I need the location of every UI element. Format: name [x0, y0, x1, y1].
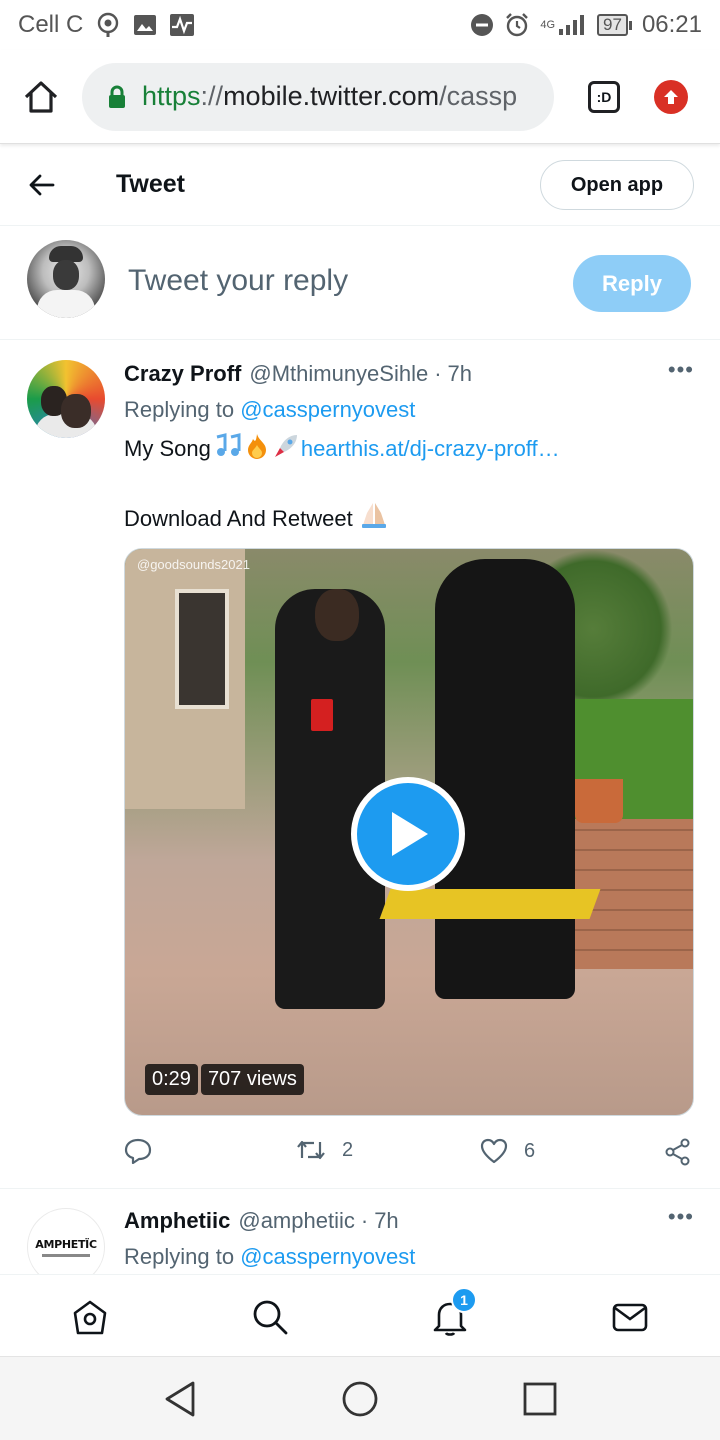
comment-icon	[124, 1138, 152, 1164]
network-label: 4G	[540, 18, 556, 31]
bottom-navigation: 1	[0, 1274, 720, 1356]
share-icon	[665, 1138, 690, 1166]
like-icon	[480, 1138, 508, 1164]
avatar[interactable]	[27, 240, 105, 318]
video-duration: 0:29	[145, 1064, 198, 1095]
home-outline-icon	[24, 80, 58, 113]
video-watermark: @goodsounds2021	[137, 557, 250, 572]
reply-button[interactable]: Reply	[573, 255, 691, 312]
nav-home[interactable]	[70, 1297, 110, 1337]
tweet-body: Crazy Proff @MthimunyeSihle · 7h ••• Rep…	[124, 357, 694, 537]
system-navigation	[0, 1356, 720, 1440]
open-app-button[interactable]: Open app	[540, 160, 694, 210]
tweet-body: Amphetiic @amphetiic · 7h ••• Replying t…	[124, 1204, 694, 1270]
mention-link[interactable]: @casspernyovest	[240, 397, 415, 422]
tweet-author-line: Amphetiic @amphetiic · 7h	[124, 1208, 694, 1234]
tweet[interactable]: AMPHETÏC Amphetiic @amphetiic · 7h ••• R…	[0, 1190, 720, 1274]
tweet-text: My Song hearthis.at/dj-crazy-proff…	[124, 433, 694, 467]
browser-toolbar: https://mobile.twitter.com/cassp :D	[0, 50, 720, 144]
author-handle[interactable]: @amphetiic	[238, 1208, 355, 1234]
system-home-button[interactable]	[340, 1379, 380, 1419]
mention-link[interactable]: @casspernyovest	[240, 1244, 415, 1269]
retweet-count: 2	[342, 1138, 354, 1161]
status-bar: Cell C 4G 97 06:21	[0, 0, 720, 50]
share-action[interactable]	[664, 1138, 692, 1166]
lock-icon	[108, 85, 126, 109]
home-icon	[73, 1300, 107, 1335]
retweet-action[interactable]: 2	[296, 1138, 353, 1162]
avatar[interactable]: AMPHETÏC	[27, 1208, 105, 1274]
back-arrow-icon	[29, 174, 55, 195]
tweet-link[interactable]: hearthis.at/dj-crazy-proff…	[301, 436, 560, 461]
url-text: https://mobile.twitter.com/cassp	[142, 81, 518, 111]
play-icon[interactable]	[351, 777, 465, 891]
folded-hands-icon	[359, 501, 389, 537]
tweet-text-line1: My Song	[124, 436, 211, 461]
carrier-label: Cell C	[18, 11, 84, 38]
tab-switcher-icon: :D	[588, 80, 620, 113]
system-recents-button[interactable]	[520, 1379, 560, 1419]
activity-notification-icon	[169, 13, 195, 37]
video-player[interactable]: @goodsounds2021 0:29 707 views	[124, 548, 694, 1116]
author-handle[interactable]: @MthimunyeSihle	[249, 361, 428, 387]
clock: 06:21	[641, 11, 702, 38]
tweet-time[interactable]: 7h	[448, 361, 472, 387]
podcast-notification-icon	[95, 12, 121, 38]
replying-to: Replying to @casspernyovest	[124, 397, 416, 422]
reply-action[interactable]	[124, 1138, 152, 1164]
author-name[interactable]: Amphetiic	[124, 1208, 230, 1234]
tweet-actions: 2 6	[124, 1138, 694, 1166]
browser-home-button[interactable]	[0, 50, 82, 144]
search-icon	[253, 1300, 288, 1335]
page-title: Tweet	[116, 170, 185, 198]
author-name[interactable]: Crazy Proff	[124, 361, 241, 387]
rocket-icon	[273, 433, 299, 467]
image-notification-icon	[133, 13, 157, 37]
more-icon[interactable]: •••	[668, 357, 694, 383]
alarm-icon	[504, 12, 530, 38]
nav-messages[interactable]	[610, 1297, 650, 1337]
replying-to: Replying to @casspernyovest	[124, 1244, 416, 1269]
tweet-author-line: Crazy Proff @MthimunyeSihle · 7h	[124, 361, 694, 387]
reply-composer: Tweet your reply Reply	[0, 226, 720, 340]
signal-icon: 4G	[540, 13, 587, 37]
video-views: 707 views	[200, 1064, 304, 1095]
tweet-text-line2: Download And Retweet	[124, 501, 694, 537]
fire-icon	[245, 433, 269, 467]
like-count: 6	[524, 1139, 536, 1162]
avatar[interactable]	[27, 360, 105, 438]
recents-square-icon	[523, 1382, 557, 1416]
nav-explore[interactable]	[250, 1297, 290, 1337]
video-info: 0:29 707 views	[145, 1064, 304, 1095]
status-left: Cell C	[18, 11, 195, 39]
tweet-time[interactable]: 7h	[374, 1208, 398, 1234]
status-right: 4G 97 06:21	[470, 11, 702, 39]
mail-icon	[612, 1303, 648, 1332]
more-icon[interactable]: •••	[668, 1204, 694, 1230]
tweet[interactable]: Crazy Proff @MthimunyeSihle · 7h ••• Rep…	[0, 341, 720, 1189]
update-arrow-icon[interactable]	[654, 79, 688, 114]
like-action[interactable]: 6	[480, 1138, 535, 1164]
system-back-button[interactable]	[160, 1379, 200, 1419]
avatar-logo-text: AMPHETÏC	[35, 1237, 97, 1251]
battery-level: 97	[597, 14, 628, 36]
do-not-disturb-icon	[470, 13, 494, 37]
tab-switcher-button[interactable]: :D	[554, 80, 654, 113]
tweet-header: Tweet Open app	[0, 144, 720, 226]
dot-separator: ·	[434, 361, 442, 386]
home-circle-icon	[342, 1381, 378, 1417]
battery-icon: 97	[597, 14, 632, 36]
back-triangle-icon	[165, 1381, 195, 1417]
back-button[interactable]	[0, 174, 84, 196]
notification-badge: 1	[451, 1287, 477, 1313]
address-bar[interactable]: https://mobile.twitter.com/cassp	[82, 62, 554, 131]
retweet-icon	[297, 1140, 325, 1160]
reply-input[interactable]: Tweet your reply	[128, 264, 348, 298]
music-notes-icon	[211, 433, 241, 467]
dot-separator: ·	[360, 1208, 369, 1233]
